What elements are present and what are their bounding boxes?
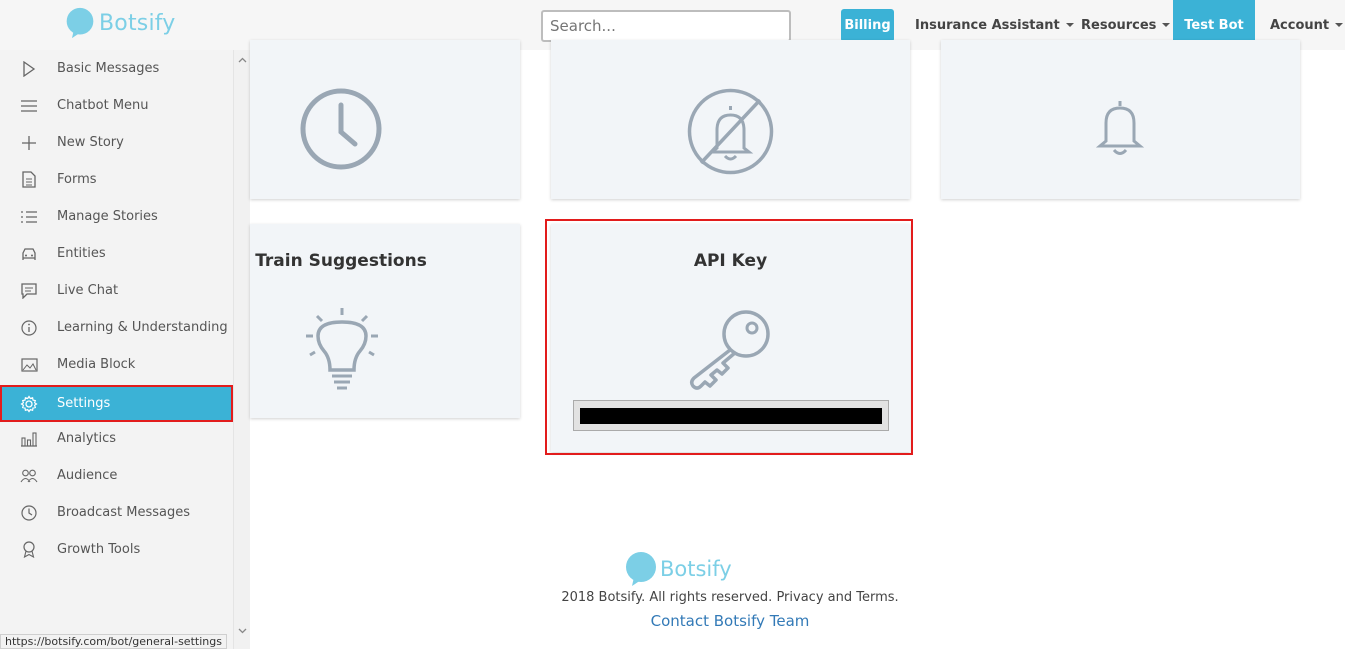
document-icon [19, 170, 39, 190]
sidebar-item-label: Settings [57, 396, 111, 411]
api-key-highlight-box [545, 219, 913, 455]
sidebar-item-entities[interactable]: Entities [0, 235, 233, 272]
logo-text: Botsify [99, 10, 176, 36]
settings-card-notifications[interactable] [941, 40, 1300, 199]
bell-icon [1096, 101, 1144, 155]
bar-chart-icon [19, 429, 39, 449]
play-icon [19, 59, 39, 79]
caret-down-icon [1162, 23, 1171, 27]
sidebar-scrollbar[interactable] [233, 50, 250, 649]
gear-icon [19, 394, 39, 414]
sidebar-item-chatbot-menu[interactable]: Chatbot Menu [0, 87, 233, 124]
contact-link[interactable]: Contact Botsify Team [250, 612, 1210, 630]
account-label: Account [1270, 17, 1330, 33]
sidebar-item-broadcast-messages[interactable]: Broadcast Messages [0, 494, 233, 531]
users-icon [19, 466, 39, 486]
sidebar: Basic Messages Chatbot Menu New Story Fo… [0, 50, 233, 649]
scroll-up-arrow-icon[interactable] [238, 56, 247, 65]
footer-logo: Botsify [625, 551, 732, 587]
caret-down-icon [1335, 23, 1344, 27]
sidebar-item-live-chat[interactable]: Live Chat [0, 272, 233, 309]
resources-label: Resources [1081, 17, 1157, 33]
scroll-down-arrow-icon[interactable] [238, 626, 247, 635]
insurance-assistant-label: Insurance Assistant [915, 17, 1060, 33]
sidebar-item-growth-tools[interactable]: Growth Tools [0, 531, 233, 568]
sidebar-item-label: Audience [57, 468, 118, 483]
chat-bubble-logo-icon [626, 552, 656, 586]
billing-button[interactable]: Billing [841, 9, 894, 42]
clock-icon [19, 503, 39, 523]
sidebar-item-media-block[interactable]: Media Block [0, 346, 233, 383]
image-icon [19, 355, 39, 375]
sidebar-item-audience[interactable]: Audience [0, 457, 233, 494]
sidebar-item-new-story[interactable]: New Story [0, 124, 233, 161]
logo-text: Botsify [660, 557, 732, 581]
caret-down-icon [1065, 23, 1074, 27]
sidebar-item-label: New Story [57, 135, 124, 150]
sidebar-item-label: Learning & Understanding [57, 320, 228, 335]
chat-bubble-logo-icon [66, 7, 94, 39]
sidebar-item-label: Manage Stories [57, 209, 158, 224]
sidebar-item-forms[interactable]: Forms [0, 161, 233, 198]
sidebar-item-label: Growth Tools [57, 542, 141, 557]
sidebar-item-label: Live Chat [57, 283, 119, 298]
settings-card-notifications-off[interactable] [551, 40, 910, 199]
botsify-logo[interactable]: Botsify [64, 7, 176, 39]
sidebar-item-settings[interactable]: Settings [0, 385, 233, 422]
sidebar-item-learning-understanding[interactable]: Learning & Understanding [0, 309, 233, 346]
car-icon [19, 244, 39, 264]
clock-icon [300, 88, 382, 170]
sidebar-item-label: Media Block [57, 357, 136, 372]
settings-card-train-suggestions[interactable]: Train Suggestions [250, 224, 520, 418]
sidebar-item-label: Basic Messages [57, 61, 160, 76]
lightbulb-icon [306, 308, 378, 390]
chat-icon [19, 281, 39, 301]
plus-icon [19, 133, 39, 153]
sidebar-item-label: Chatbot Menu [57, 98, 149, 113]
info-icon [19, 318, 39, 338]
main-content: Train Suggestions API Key [250, 40, 1345, 649]
sidebar-item-label: Broadcast Messages [57, 505, 191, 520]
sidebar-item-basic-messages[interactable]: Basic Messages [0, 50, 233, 87]
badge-icon [19, 540, 39, 560]
search-input[interactable] [541, 10, 791, 42]
settings-card-clock[interactable] [250, 40, 520, 199]
menu-icon [19, 96, 39, 116]
sidebar-item-label: Analytics [57, 431, 117, 446]
sidebar-item-label: Forms [57, 172, 97, 187]
bell-off-icon [687, 88, 774, 175]
sidebar-item-label: Entities [57, 246, 106, 261]
footer-copyright: 2018 Botsify. All rights reserved. Priva… [561, 590, 899, 605]
sidebar-item-analytics[interactable]: Analytics [0, 420, 233, 457]
card-title: Train Suggestions [255, 251, 427, 271]
list-icon [19, 207, 39, 227]
status-bar-url: https://botsify.com/bot/general-settings [0, 634, 227, 649]
sidebar-item-manage-stories[interactable]: Manage Stories [0, 198, 233, 235]
